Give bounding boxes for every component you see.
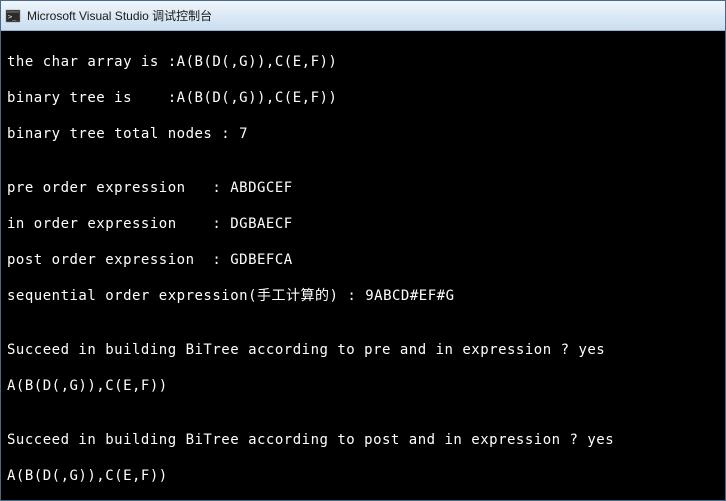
console-line: in order expression : DGBAECF	[7, 215, 719, 233]
console-line: binary tree is :A(B(D(,G)),C(E,F))	[7, 89, 719, 107]
console-line: binary tree total nodes : 7	[7, 125, 719, 143]
titlebar[interactable]: >_ Microsoft Visual Studio 调试控制台	[1, 1, 725, 31]
svg-text:>_: >_	[8, 13, 17, 21]
app-icon: >_	[5, 8, 21, 24]
console-line: post order expression : GDBEFCA	[7, 251, 719, 269]
console-line: Succeed in building BiTree according to …	[7, 431, 719, 449]
console-line: pre order expression : ABDGCEF	[7, 179, 719, 197]
window-title: Microsoft Visual Studio 调试控制台	[27, 7, 212, 24]
console-line: sequential order expression(手工计算的) : 9AB…	[7, 287, 719, 305]
console-line: A(B(D(,G)),C(E,F))	[7, 377, 719, 395]
console-line: Succeed in building BiTree according to …	[7, 341, 719, 359]
console-line: A(B(D(,G)),C(E,F))	[7, 467, 719, 485]
console-window: >_ Microsoft Visual Studio 调试控制台 the cha…	[0, 0, 726, 501]
console-line: the char array is :A(B(D(,G)),C(E,F))	[7, 53, 719, 71]
console-output[interactable]: the char array is :A(B(D(,G)),C(E,F)) bi…	[1, 31, 725, 500]
